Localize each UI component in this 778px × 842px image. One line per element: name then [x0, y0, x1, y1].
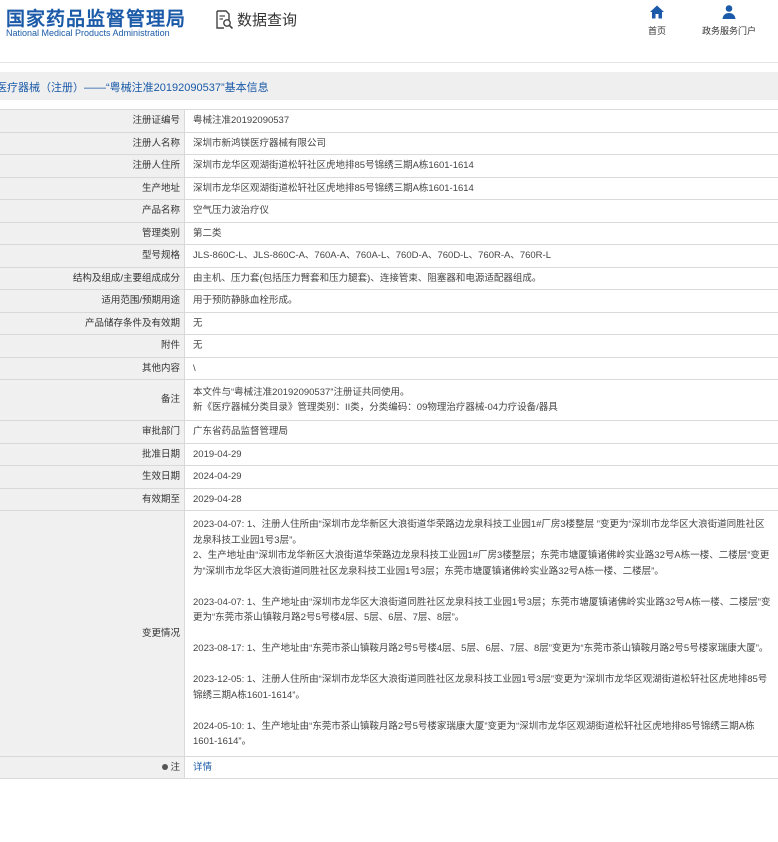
- change-entry: 2023-04-07: 1、生产地址由“深圳市龙华区大浪街道同胜社区龙泉科技工业…: [193, 596, 771, 624]
- table-row: 适用范围/预期用途 用于预防静脉血栓形成。: [0, 289, 778, 313]
- field-value: 2024-04-29: [184, 465, 778, 489]
- table-row: 审批部门 广东省药品监督管理局: [0, 420, 778, 444]
- field-label: 生产地址: [0, 176, 185, 200]
- change-entry: 2023-08-17: 1、生产地址由“东莞市茶山镇鞍月路2号5号楼4层、5层、…: [193, 643, 769, 654]
- data-query-label: 数据查询: [237, 12, 298, 29]
- field-label: 注册人住所: [0, 154, 185, 178]
- table-row: 附件 无: [0, 334, 778, 358]
- field-value: 空气压力波治疗仪: [184, 199, 778, 223]
- change-entry: 2024-05-10: 1、生产地址由“东莞市茶山镇鞍月路2号5号楼家瑞康大厦”…: [193, 720, 755, 748]
- field-value: 2019-04-29: [184, 442, 778, 466]
- table-row: 结构及组成/主要组成成分 由主机、压力套(包括压力臂套和压力腿套)、连接管束、阻…: [0, 266, 778, 290]
- document-search-icon: [216, 9, 234, 29]
- table-row: 生产地址 深圳市龙华区观湖街道松轩社区虎地排85号锦绣三期A栋1601-1614: [0, 176, 778, 200]
- table-row: 产品储存条件及有效期 无: [0, 311, 778, 335]
- field-label: 生效日期: [0, 465, 185, 489]
- site-logo-en[interactable]: National Medical Products Administration: [6, 28, 170, 38]
- field-label: 产品储存条件及有效期: [0, 311, 185, 335]
- change-history: 2023-04-07: 1、注册人住所由“深圳市龙华新区大浪街道华荣路边龙泉科技…: [184, 510, 778, 757]
- field-label: 注册人名称: [0, 131, 185, 155]
- field-label: 备注: [0, 379, 185, 421]
- record-title: 医疗器械（注册）——“粤械注准20192090537”基本信息: [0, 82, 269, 94]
- change-entry: 2、生产地址由“深圳市龙华新区大浪街道华荣路边龙泉科技工业园1#厂房3楼整层；东…: [193, 550, 770, 577]
- note-label-cell: 注: [0, 755, 185, 779]
- table-row: 备注 本文件与“粤械注准20192090537”注册证共同使用。 新《医疗器械分…: [0, 379, 778, 421]
- nav-home-label: 首页: [648, 26, 667, 36]
- field-value: 第二类: [184, 221, 778, 245]
- field-label: 产品名称: [0, 199, 185, 223]
- table-row: 有效期至 2029-04-28: [0, 487, 778, 511]
- field-value: 用于预防静脉血栓形成。: [184, 289, 778, 313]
- field-value: 2029-04-28: [184, 487, 778, 511]
- field-value: 深圳市新鸿镁医疗器械有限公司: [184, 131, 778, 155]
- field-label: 其他内容: [0, 356, 185, 380]
- details-link[interactable]: 详情: [193, 762, 212, 773]
- field-label: 管理类别: [0, 221, 185, 245]
- nav-service-portal[interactable]: 政务服务门户: [702, 4, 756, 37]
- change-entry: 2023-04-07: 1、注册人住所由“深圳市龙华新区大浪街道华荣路边龙泉科技…: [193, 519, 765, 546]
- home-icon: [650, 5, 664, 19]
- field-label: 结构及组成/主要组成成分: [0, 266, 185, 290]
- change-entry: 2023-12-05: 1、注册人住所由“深圳市龙华区大浪街道同胜社区龙泉科技工…: [193, 674, 768, 701]
- device-info-table: 注册证编号 粤械注准20192090537 注册人名称 深圳市新鸿镁医疗器械有限…: [0, 109, 778, 779]
- table-row: 管理类别 第二类: [0, 221, 778, 245]
- header-divider: [0, 62, 778, 63]
- field-value: 深圳市龙华区观湖街道松轩社区虎地排85号锦绣三期A栋1601-1614: [184, 176, 778, 200]
- table-row: 批准日期 2019-04-29: [0, 442, 778, 466]
- user-icon: [722, 5, 736, 19]
- field-label: 批准日期: [0, 442, 185, 466]
- field-value: 广东省药品监督管理局: [184, 420, 778, 444]
- field-label: 审批部门: [0, 420, 185, 444]
- nav-portal-label: 政务服务门户: [702, 26, 757, 36]
- table-row: 注册人名称 深圳市新鸿镁医疗器械有限公司: [0, 131, 778, 155]
- site-logo-cn[interactable]: 国家药品监督管理局: [6, 4, 186, 31]
- field-label: 型号规格: [0, 244, 185, 268]
- field-label: 附件: [0, 334, 185, 358]
- field-value: 粤械注准20192090537: [184, 109, 778, 133]
- table-row: 注 详情: [0, 755, 778, 779]
- note-bullet-icon: [162, 763, 169, 770]
- field-value: \: [184, 356, 778, 380]
- table-row: 注册人住所 深圳市龙华区观湖街道松轩社区虎地排85号锦绣三期A栋1601-161…: [0, 154, 778, 178]
- note-label: 注: [170, 761, 180, 773]
- data-query-link[interactable]: 数据查询: [214, 9, 297, 30]
- site-header: 国家药品监督管理局 National Medical Products Admi…: [0, 0, 778, 60]
- field-value: 无: [184, 311, 778, 335]
- nav-home[interactable]: 首页: [648, 4, 666, 37]
- remarks-value: 本文件与“粤械注准20192090537”注册证共同使用。 新《医疗器械分类目录…: [184, 379, 778, 421]
- field-value: 深圳市龙华区观湖街道松轩社区虎地排85号锦绣三期A栋1601-1614: [184, 154, 778, 178]
- remarks-line: 新《医疗器械分类目录》管理类别：II类，分类编码：09物理治疗器械-04力疗设备…: [193, 402, 558, 413]
- record-title-bar: 医疗器械（注册）——“粤械注准20192090537”基本信息: [0, 72, 778, 100]
- table-row: 其他内容 \: [0, 356, 778, 380]
- table-row: 变更情况 2023-04-07: 1、注册人住所由“深圳市龙华新区大浪街道华荣路…: [0, 510, 778, 757]
- table-row: 注册证编号 粤械注准20192090537: [0, 109, 778, 133]
- field-label: 适用范围/预期用途: [0, 289, 185, 313]
- field-label: 变更情况: [0, 510, 185, 757]
- field-label: 注册证编号: [0, 109, 185, 133]
- remarks-line: 本文件与“粤械注准20192090537”注册证共同使用。: [193, 386, 410, 398]
- note-value: 详情: [184, 755, 778, 779]
- field-label: 有效期至: [0, 487, 185, 511]
- table-row: 生效日期 2024-04-29: [0, 465, 778, 489]
- field-value: 由主机、压力套(包括压力臂套和压力腿套)、连接管束、阻塞器和电源适配器组成。: [184, 266, 778, 290]
- table-row: 产品名称 空气压力波治疗仪: [0, 199, 778, 223]
- field-value: 无: [184, 334, 778, 358]
- table-row: 型号规格 JLS-860C-L、JLS-860C-A、760A-A、760A-L…: [0, 244, 778, 268]
- field-value: JLS-860C-L、JLS-860C-A、760A-A、760A-L、760D…: [184, 244, 778, 268]
